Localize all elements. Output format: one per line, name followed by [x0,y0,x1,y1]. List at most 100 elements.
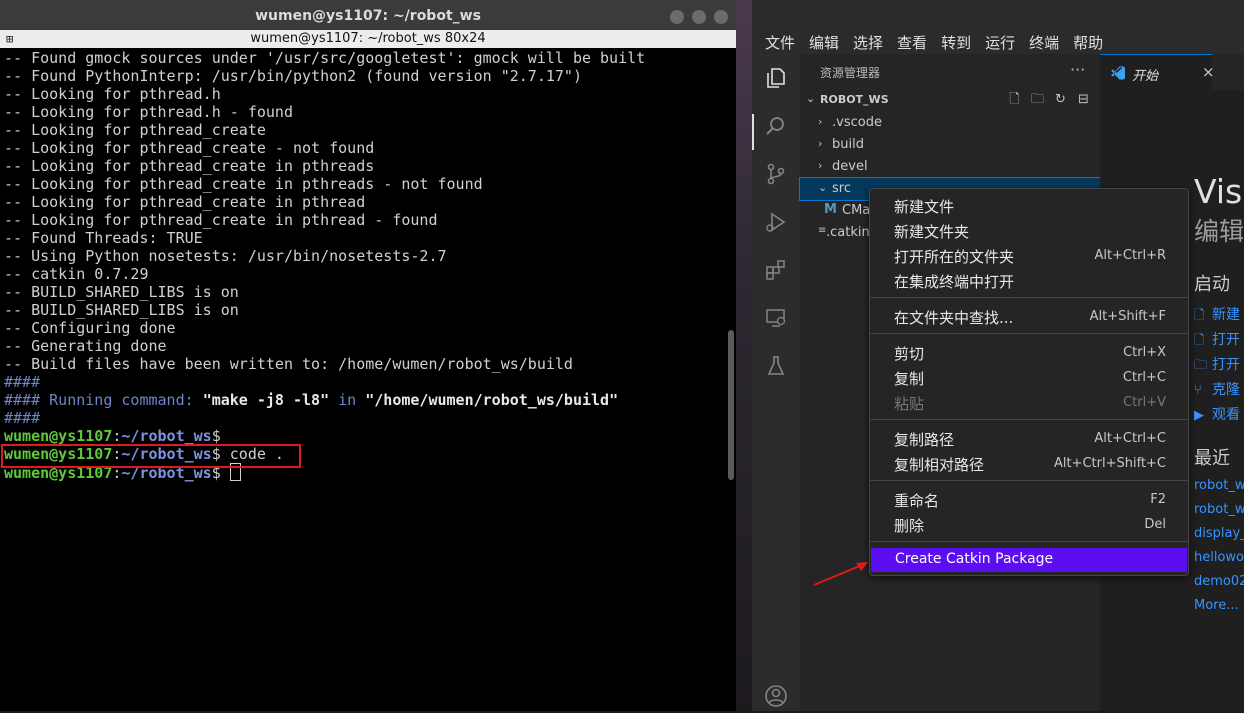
source-control-icon[interactable] [764,162,788,186]
tree-item-build[interactable]: › build [800,134,1100,156]
new-file-icon: 🗋 [1194,308,1205,323]
collapse-all-icon[interactable]: ⊟ [1075,91,1092,108]
explorer-title: 资源管理器 [820,66,881,80]
extensions-icon[interactable] [764,258,788,282]
more-recent-link[interactable]: More... [1194,598,1239,613]
terminal-titlebar[interactable]: wumen@ys1107: ~/robot_ws [0,0,736,31]
menu-go[interactable]: 转到 [934,32,978,53]
terminal-line: -- Found Threads: TRUE [4,229,203,247]
tree-item-vscode[interactable]: › .vscode [800,112,1100,134]
menu-item-label: 新建文件夹 [894,223,970,241]
menu-item-reveal-folder[interactable]: 打开所在的文件夹 Alt+Ctrl+R [870,243,1188,267]
chevron-right-icon: › [818,159,823,172]
welcome-subtitle: 编辑 [1194,217,1244,246]
menu-selection[interactable]: 选择 [846,32,890,53]
recent-heading: 最近 [1194,448,1230,469]
workspace-header[interactable]: ⌄ ROBOT_WS 🗋 🗀 ↻ ⊟ [800,90,1100,110]
search-icon[interactable] [764,114,788,138]
menu-terminal[interactable]: 终端 [1022,32,1066,53]
menu-item-new-file[interactable]: 新建文件 [870,193,1188,217]
terminal-output[interactable]: -- Found gmock sources under '/usr/src/g… [4,49,724,709]
maximize-button[interactable] [692,10,706,24]
menu-item-copy-path[interactable]: 复制路径 Alt+Ctrl+C [870,426,1188,450]
terminal-window: wumen@ys1107: ~/robot_ws ⊞ wumen@ys1107:… [0,0,736,711]
annotation-red-box [1,444,301,468]
close-icon[interactable]: × [1202,63,1215,81]
menu-item-label: 在文件夹中查找... [894,309,1014,327]
menu-item-shortcut: Ctrl+V [1123,395,1166,410]
recent-item[interactable]: hellowo [1194,550,1244,565]
start-heading: 启动 [1194,274,1230,295]
menu-item-cut[interactable]: 剪切 Ctrl+X [870,340,1188,364]
prompt-path: ~/robot_ws [121,427,212,445]
menu-item-label: 剪切 [894,345,925,363]
menu-item-copy-relative-path[interactable]: 复制相对路径 Alt+Ctrl+Shift+C [870,451,1188,475]
start-clone-link[interactable]: ⑂ 克隆 [1194,379,1240,399]
menu-item-copy[interactable]: 复制 Ctrl+C [870,365,1188,389]
folder-icon: 🗀 [1194,358,1208,373]
terminal-line: -- Build files have been written to: /ho… [4,355,573,373]
minimize-button[interactable] [670,10,684,24]
open-file-icon: 🗋 [1194,333,1205,348]
menu-separator [870,333,1188,334]
menu-separator [870,541,1188,542]
terminal-scrollbar[interactable] [728,330,734,480]
menu-edit[interactable]: 编辑 [802,32,846,53]
recent-item[interactable]: robot_w [1194,478,1244,493]
start-open-file-link[interactable]: 🗋 打开 [1194,329,1240,349]
start-open-folder-link[interactable]: 🗀 打开 [1194,354,1240,374]
menu-item-find-in-folder[interactable]: 在文件夹中查找... Alt+Shift+F [870,304,1188,328]
new-file-icon[interactable]: 🗋 [1006,91,1023,108]
terminal-line: -- Looking for pthread_create in pthread… [4,157,375,175]
menu-run[interactable]: 运行 [978,32,1022,53]
terminal-line: -- BUILD_SHARED_LIBS is on [4,301,239,319]
menu-item-create-catkin-package[interactable]: Create Catkin Package [871,548,1187,572]
menu-view[interactable]: 查看 [890,32,934,53]
recent-item[interactable]: display_ [1194,526,1244,541]
workspace-actions: 🗋 🗀 ↻ ⊟ [1006,91,1092,108]
terminal-hash-line: #### [4,373,41,391]
start-item-label: 克隆 [1212,382,1240,398]
menu-item-rename[interactable]: 重命名 F2 [870,487,1188,511]
explorer-icon[interactable] [764,66,788,90]
close-button[interactable] [714,10,728,24]
running-command: "make -j8 -l8" [202,391,330,409]
remote-explorer-icon[interactable] [764,306,788,330]
running-dir: "/home/wumen/robot_ws/build" [365,391,619,409]
refresh-icon[interactable]: ↻ [1052,91,1069,108]
menu-item-delete[interactable]: 删除 Del [870,512,1188,536]
tab-welcome[interactable]: 开始 × [1100,54,1215,91]
menu-separator [870,480,1188,481]
more-actions-icon[interactable]: ··· [1070,60,1085,79]
terminal-line: -- Looking for pthread_create in pthread… [4,211,438,229]
menu-help[interactable]: 帮助 [1066,32,1110,53]
start-item-label: 打开 [1212,332,1240,348]
menu-file[interactable]: 文件 [758,32,802,53]
menu-item-open-in-terminal[interactable]: 在集成终端中打开 [870,268,1188,292]
menu-item-new-folder[interactable]: 新建文件夹 [870,218,1188,242]
recent-item[interactable]: robot_w [1194,502,1244,517]
menu-item-shortcut: F2 [1150,492,1166,507]
terminal-line: -- Configuring done [4,319,176,337]
start-new-file-link[interactable]: 🗋 新建 [1194,304,1240,324]
terminal-size-title: wumen@ys1107: ~/robot_ws 80x24 [250,31,486,46]
running-prefix: #### Running command: [4,391,203,409]
account-icon[interactable] [764,684,788,708]
new-folder-icon[interactable]: 🗀 [1029,91,1046,108]
start-item-label: 观看 [1212,407,1240,423]
tree-item-label: .vscode [832,115,882,130]
menu-item-label: 复制相对路径 [894,456,985,474]
recent-item[interactable]: demo02 [1194,574,1244,589]
terminal-hash-line: #### [4,409,41,427]
menu-item-shortcut: Alt+Shift+F [1089,309,1166,324]
chevron-down-icon: ⌄ [818,181,828,194]
menu-separator [870,419,1188,420]
cmake-file-icon: M [824,202,837,217]
start-watch-link[interactable]: ▶ 观看 [1194,404,1240,424]
tab-strip: 开始 × [1100,54,1244,91]
testing-icon[interactable] [764,354,788,378]
terminal-running-line: #### Running command: "make -j8 -l8" in … [4,391,724,409]
vscode-titlebar: 文件 编辑 选择 查看 转到 运行 终端 帮助 [752,0,1244,54]
run-debug-icon[interactable] [764,210,788,234]
tree-item-devel[interactable]: › devel [800,156,1100,178]
